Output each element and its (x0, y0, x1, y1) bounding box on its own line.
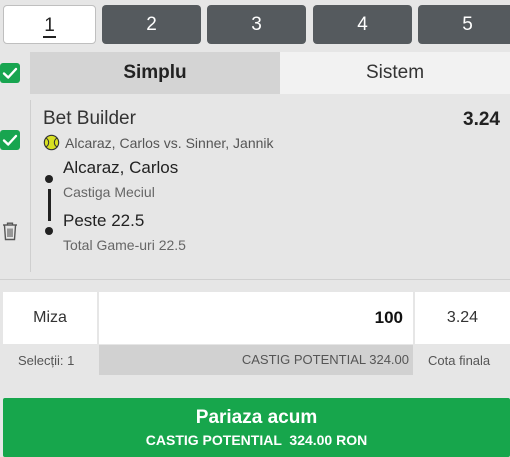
bet-title: Bet Builder (43, 108, 136, 129)
bet-leg: Peste 22.5 Total Game-uri 22.5 (63, 211, 186, 253)
total-odds: 3.24 (415, 292, 510, 344)
bet-card: Bet Builder 3.24 Alcaraz, Carlos vs. Sin… (30, 100, 510, 272)
bet-odds: 3.24 (463, 109, 500, 130)
divider (0, 279, 510, 280)
stake-label: Miza (3, 292, 97, 344)
betslip-page-tabs: 1 2 3 4 5 (0, 0, 510, 48)
tab-single[interactable]: Simplu (30, 52, 280, 94)
tennis-ball-icon (43, 134, 60, 151)
leg-dot (45, 175, 53, 183)
page-tab-label: 4 (357, 14, 368, 35)
page-tab-2[interactable]: 2 (102, 5, 201, 44)
potential-win: CASTIG POTENTIAL 324.00 (99, 345, 413, 375)
final-odds-label: Cota finala (428, 353, 491, 368)
page-tab-5[interactable]: 5 (418, 5, 510, 44)
match-name: Alcaraz, Carlos vs. Sinner, Jannik (65, 134, 274, 151)
leg-selection: Alcaraz, Carlos (63, 158, 179, 177)
bet-leg: Alcaraz, Carlos Castiga Meciul (63, 158, 178, 200)
stake-input[interactable] (99, 292, 413, 344)
page-tab-4[interactable]: 4 (313, 5, 412, 44)
tab-system[interactable]: Sistem (280, 52, 510, 94)
page-tab-1[interactable]: 1 (3, 5, 96, 44)
trash-icon[interactable] (1, 221, 19, 241)
leg-connector (48, 189, 51, 221)
place-bet-label: Pariaza acum (195, 407, 318, 428)
selection-count: Selecții: 1 (18, 353, 75, 368)
select-all-checkbox[interactable] (0, 63, 20, 83)
page-tab-label: 1 (43, 15, 56, 38)
leg-dot (45, 227, 53, 235)
bet-mode-tabs: Simplu Sistem (30, 52, 510, 94)
page-tab-label: 3 (251, 14, 262, 35)
page-tab-label: 2 (146, 14, 157, 35)
bet-select-checkbox[interactable] (0, 130, 20, 150)
place-bet-potential: CASTIG POTENTIAL 324.00 RON (145, 432, 368, 448)
page-tab-3[interactable]: 3 (207, 5, 306, 44)
leg-market: Total Game-uri 22.5 (63, 237, 186, 253)
leg-market: Castiga Meciul (63, 184, 155, 200)
checkbox-checked-icon (2, 134, 18, 146)
match-row: Alcaraz, Carlos vs. Sinner, Jannik (43, 134, 274, 151)
leg-selection: Peste 22.5 (63, 211, 145, 230)
checkbox-checked-icon (2, 67, 18, 79)
page-tab-label: 5 (462, 14, 473, 35)
place-bet-button[interactable]: Pariaza acum CASTIG POTENTIAL 324.00 RON (3, 398, 510, 457)
